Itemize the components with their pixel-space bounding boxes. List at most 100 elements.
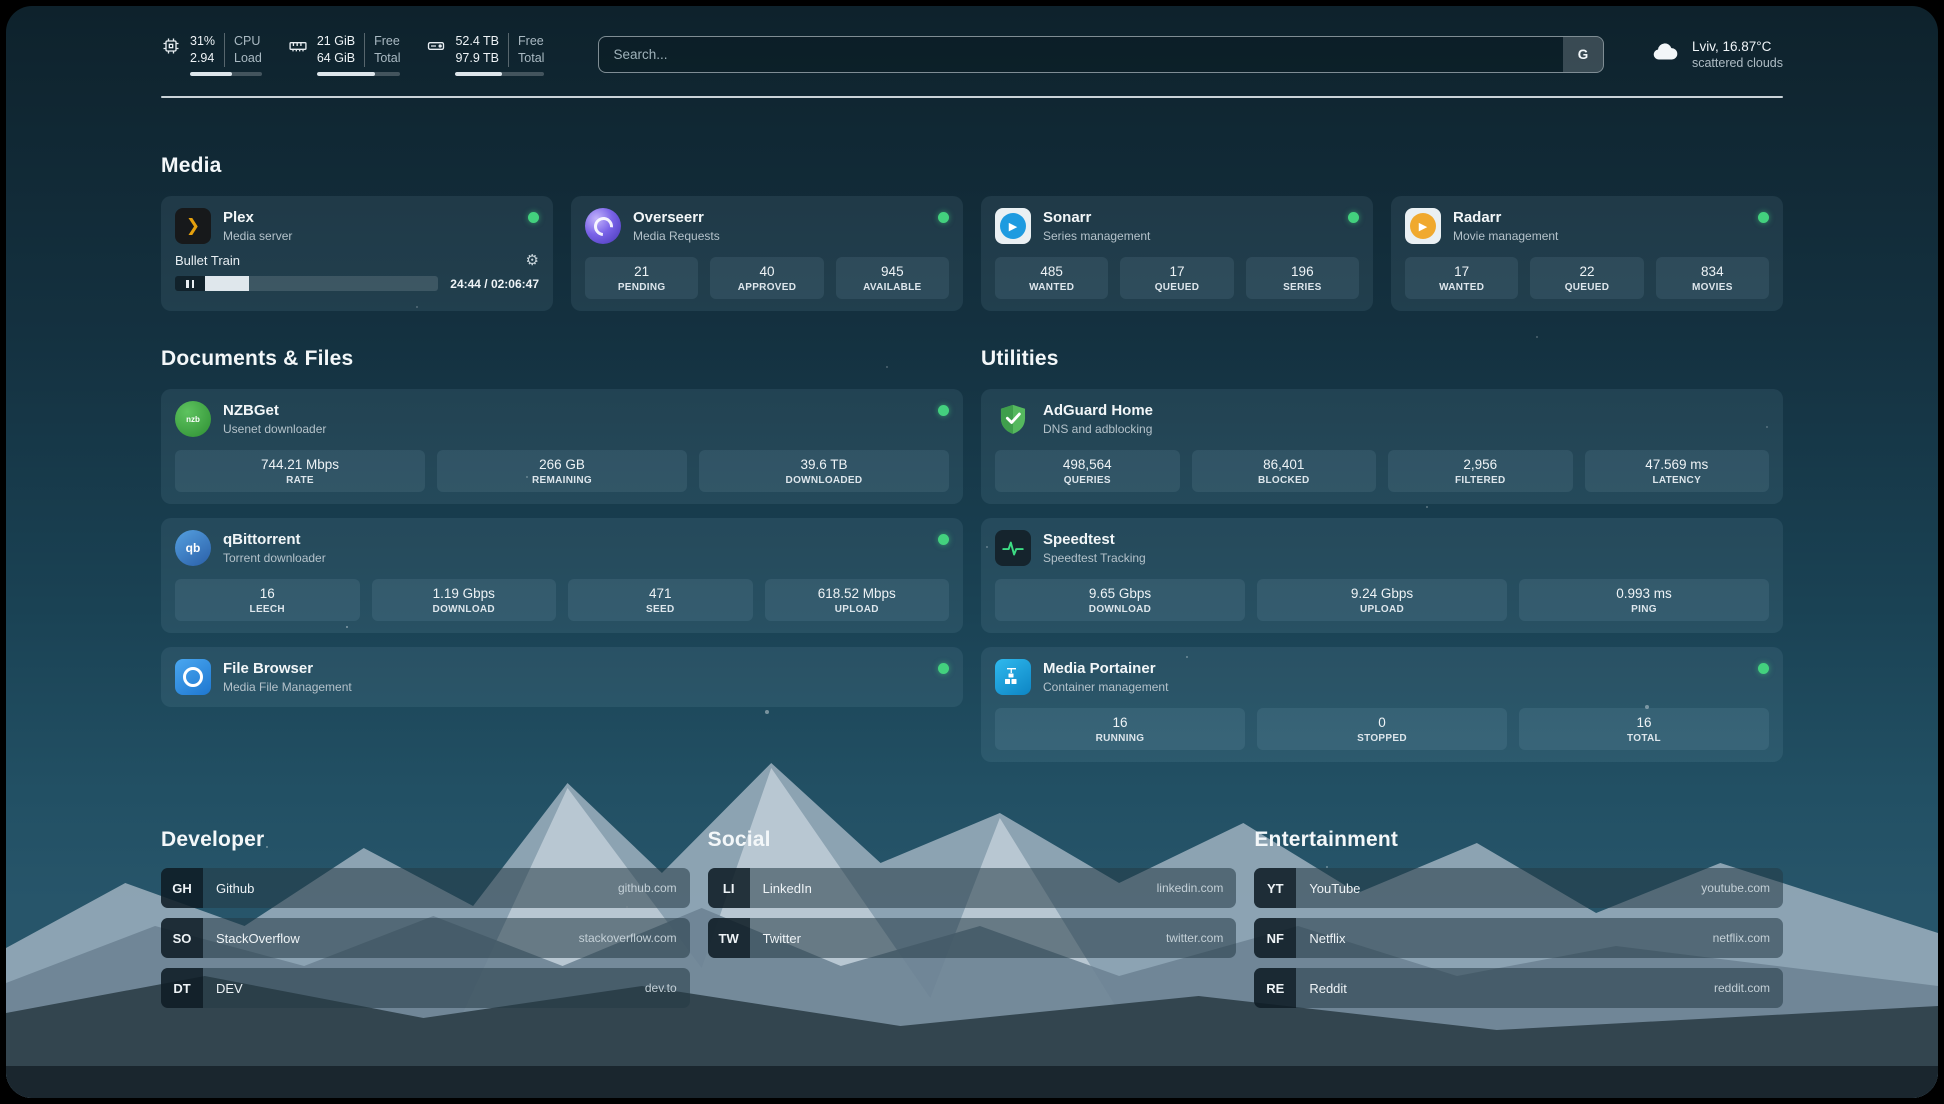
bookmark-url: stackoverflow.com bbox=[579, 931, 690, 945]
card-nzbget[interactable]: nzb NZBGet Usenet downloader 744.21 Mbps… bbox=[161, 389, 963, 504]
bookmark-abbr: SO bbox=[161, 918, 203, 958]
stat-upload: 618.52 MbpsUPLOAD bbox=[765, 579, 950, 621]
filebrowser-icon bbox=[175, 659, 211, 695]
media-heading: Media bbox=[161, 154, 1783, 178]
stat-blocked: 86,401BLOCKED bbox=[1192, 450, 1377, 492]
bookmark-name: DEV bbox=[216, 981, 243, 996]
status-dot bbox=[1758, 663, 1769, 674]
bookmark-url: reddit.com bbox=[1714, 981, 1783, 995]
stat-queued: 17QUEUED bbox=[1120, 257, 1233, 299]
bookmark-name: YouTube bbox=[1309, 881, 1360, 896]
bookmark-linkedin[interactable]: LI LinkedIn linkedin.com bbox=[708, 868, 1237, 908]
sonarr-icon: ▶ bbox=[995, 208, 1031, 244]
card-subtitle: Usenet downloader bbox=[223, 422, 938, 437]
adguard-icon bbox=[995, 401, 1031, 437]
card-subtitle: Media Requests bbox=[633, 229, 938, 244]
card-title: Overseerr bbox=[633, 209, 938, 227]
disk-total-value: 97.9 TB bbox=[455, 50, 508, 67]
disk-free-value: 52.4 TB bbox=[455, 33, 508, 50]
weather-condition: scattered clouds bbox=[1692, 56, 1783, 70]
stat-approved: 40APPROVED bbox=[710, 257, 823, 299]
stat-wanted: 17WANTED bbox=[1405, 257, 1518, 299]
stat-available: 945AVAILABLE bbox=[836, 257, 949, 299]
bookmark-twitter[interactable]: TW Twitter twitter.com bbox=[708, 918, 1237, 958]
card-portainer[interactable]: Media Portainer Container management 16R… bbox=[981, 647, 1783, 762]
stat-upload: 9.24 GbpsUPLOAD bbox=[1257, 579, 1507, 621]
entertainment-heading: Entertainment bbox=[1254, 828, 1783, 852]
cpu-load-value: 2.94 bbox=[190, 50, 224, 67]
card-title: qBittorrent bbox=[223, 531, 938, 549]
ram-total-value: 64 GiB bbox=[317, 50, 364, 67]
playback-time: 24:44 / 02:06:47 bbox=[450, 277, 539, 291]
disk-label-1: Free bbox=[508, 33, 544, 50]
search-engine-button[interactable]: G bbox=[1563, 37, 1603, 72]
dashboard-screen: 31% CPU 2.94 Load 21 bbox=[6, 6, 1938, 1098]
section-developer: Developer GH Github github.com SO StackO… bbox=[161, 828, 690, 1008]
bookmark-abbr: NF bbox=[1254, 918, 1296, 958]
section-entertainment: Entertainment YT YouTube youtube.com NF … bbox=[1254, 828, 1783, 1008]
speedtest-icon bbox=[995, 530, 1031, 566]
stat-series: 196SERIES bbox=[1246, 257, 1359, 299]
card-sonarr[interactable]: ▶ Sonarr Series management 485WANTED 17Q… bbox=[981, 196, 1373, 311]
disk-progress-bar bbox=[455, 72, 544, 76]
radarr-icon: ▶ bbox=[1405, 208, 1441, 244]
bookmark-netflix[interactable]: NF Netflix netflix.com bbox=[1254, 918, 1783, 958]
card-subtitle: Speedtest Tracking bbox=[1043, 551, 1769, 566]
bookmark-dev[interactable]: DT DEV dev.to bbox=[161, 968, 690, 1008]
ram-progress-bar bbox=[317, 72, 401, 76]
card-speedtest[interactable]: Speedtest Speedtest Tracking 9.65 GbpsDO… bbox=[981, 518, 1783, 633]
cloud-icon bbox=[1650, 37, 1680, 72]
stat-total: 16TOTAL bbox=[1519, 708, 1769, 750]
search-bar[interactable]: G bbox=[598, 36, 1604, 73]
cpu-progress-bar bbox=[190, 72, 262, 76]
weather-location: Lviv, 16.87°C bbox=[1692, 39, 1783, 54]
ram-icon bbox=[288, 36, 308, 56]
bookmark-name: Github bbox=[216, 881, 254, 896]
ram-label-1: Free bbox=[364, 33, 400, 50]
card-filebrowser[interactable]: File Browser Media File Management bbox=[161, 647, 963, 707]
developer-heading: Developer bbox=[161, 828, 690, 852]
stat-seed: 471SEED bbox=[568, 579, 753, 621]
card-qbittorrent[interactable]: qb qBittorrent Torrent downloader 16LEEC… bbox=[161, 518, 963, 633]
stat-ping: 0.993 msPING bbox=[1519, 579, 1769, 621]
ram-widget: 21 GiB Free 64 GiB Total bbox=[288, 33, 401, 76]
bookmark-name: Reddit bbox=[1309, 981, 1347, 996]
playback-progress-bar[interactable] bbox=[205, 276, 438, 291]
bookmark-abbr: YT bbox=[1254, 868, 1296, 908]
card-subtitle: Torrent downloader bbox=[223, 551, 938, 566]
stat-filtered: 2,956FILTERED bbox=[1388, 450, 1573, 492]
weather-widget: Lviv, 16.87°C scattered clouds bbox=[1650, 37, 1783, 72]
status-dot bbox=[938, 405, 949, 416]
card-title: Radarr bbox=[1453, 209, 1758, 227]
bookmark-github[interactable]: GH Github github.com bbox=[161, 868, 690, 908]
stat-download: 1.19 GbpsDOWNLOAD bbox=[372, 579, 557, 621]
cpu-icon bbox=[161, 36, 181, 56]
stat-rate: 744.21 MbpsRATE bbox=[175, 450, 425, 492]
bookmark-stackoverflow[interactable]: SO StackOverflow stackoverflow.com bbox=[161, 918, 690, 958]
bookmark-name: Netflix bbox=[1309, 931, 1345, 946]
search-input[interactable] bbox=[599, 37, 1563, 72]
cpu-label-2: Load bbox=[224, 50, 262, 67]
snow-particles bbox=[6, 6, 8, 8]
bookmark-reddit[interactable]: RE Reddit reddit.com bbox=[1254, 968, 1783, 1008]
card-plex[interactable]: ❯ Plex Media server Bullet Train ⚙ bbox=[161, 196, 553, 311]
card-title: Sonarr bbox=[1043, 209, 1348, 227]
card-overseerr[interactable]: Overseerr Media Requests 21PENDING 40APP… bbox=[571, 196, 963, 311]
stat-leech: 16LEECH bbox=[175, 579, 360, 621]
settings-gear-icon[interactable]: ⚙ bbox=[526, 253, 539, 268]
cpu-usage-value: 31% bbox=[190, 33, 224, 50]
card-adguard[interactable]: AdGuard Home DNS and adblocking 498,564Q… bbox=[981, 389, 1783, 504]
card-radarr[interactable]: ▶ Radarr Movie management 17WANTED 22QUE… bbox=[1391, 196, 1783, 311]
section-utilities: Utilities AdGu bbox=[981, 347, 1783, 762]
bookmark-youtube[interactable]: YT YouTube youtube.com bbox=[1254, 868, 1783, 908]
card-subtitle: DNS and adblocking bbox=[1043, 422, 1769, 437]
utilities-heading: Utilities bbox=[981, 347, 1783, 371]
pause-button[interactable] bbox=[175, 276, 205, 291]
stat-pending: 21PENDING bbox=[585, 257, 698, 299]
status-dot bbox=[528, 212, 539, 223]
bookmark-url: netflix.com bbox=[1713, 931, 1783, 945]
bookmark-url: github.com bbox=[618, 881, 690, 895]
stat-downloaded: 39.6 TBDOWNLOADED bbox=[699, 450, 949, 492]
stat-running: 16RUNNING bbox=[995, 708, 1245, 750]
card-subtitle: Container management bbox=[1043, 680, 1758, 695]
